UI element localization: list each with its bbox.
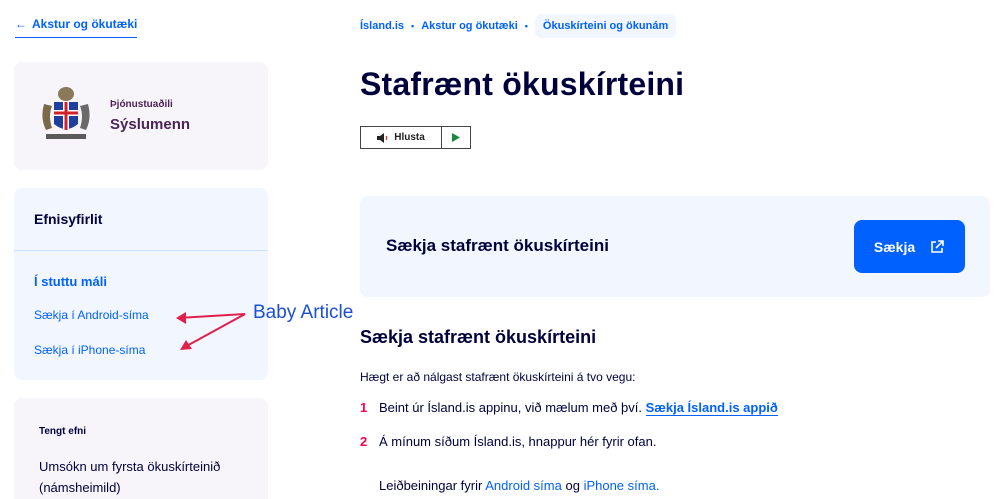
speaker-icon (377, 132, 388, 143)
step-text: Beint úr Ísland.is appinu, við mælum með… (379, 400, 643, 415)
iphone-guide-link[interactable]: iPhone síma. (584, 478, 660, 493)
guide-prefix: Leiðbeiningar fyrir (379, 478, 483, 493)
arrow-left-icon: ← (15, 17, 27, 31)
android-guide-link[interactable]: Android síma (485, 478, 562, 493)
app-download-link[interactable]: Sækja Ísland.is appið (645, 400, 778, 416)
step-number: 2 (360, 434, 368, 449)
section-title: Sækja stafrænt ökuskírteini (360, 327, 597, 347)
download-box: Sækja stafrænt ökuskírteini Sækja (360, 196, 990, 297)
intro-text: Hægt er að nálgast stafrænt ökuskírteini… (360, 370, 636, 384)
page-title: Stafrænt ökuskírteini (360, 66, 685, 102)
organization-card: Þjónustuaðili Sýslumenn (14, 62, 268, 170)
toc-item-android[interactable]: Sækja í Android-síma (34, 308, 149, 322)
listen-button[interactable]: Hlusta (360, 126, 471, 149)
list-item: 1 Beint úr Ísland.is appinu, við mælum m… (360, 400, 778, 416)
breadcrumb-item-island[interactable]: Ísland.is (360, 20, 404, 32)
breadcrumb-separator: • (524, 21, 528, 31)
toc-divider (14, 250, 268, 251)
related-content-card: Tengt efni Umsókn um fyrsta ökuskírteini… (14, 398, 268, 499)
related-link[interactable]: Umsókn um fyrsta ökuskírteinið (námsheim… (39, 456, 254, 498)
download-button-label: Sækja (873, 238, 916, 255)
breadcrumb-item-akstur[interactable]: Akstur og ökutæki (421, 20, 518, 32)
breadcrumb-item-current[interactable]: Ökuskírteini og ökunám (534, 14, 677, 38)
play-icon (452, 133, 460, 142)
download-button[interactable]: Sækja (854, 220, 965, 273)
back-link[interactable]: ← Akstur og ökutæki (15, 17, 138, 38)
download-title: Sækja stafrænt ökuskírteini (386, 236, 609, 255)
step-number: 1 (360, 400, 368, 415)
annotation-label: Baby Article (253, 302, 354, 323)
step-text: Á mínum síðum Ísland.is, hnappur hér fyr… (379, 434, 657, 449)
toc-title: Efnisyfirlit (34, 211, 103, 227)
list-item: 2 Á mínum síðum Ísland.is, hnappur hér f… (360, 434, 656, 449)
listen-main[interactable]: Hlusta (361, 127, 442, 148)
listen-label: Hlusta (394, 132, 425, 143)
back-link-label: Akstur og ökutæki (32, 17, 138, 31)
toc-item-summary[interactable]: Í stuttu máli (34, 274, 107, 289)
coat-of-arms-icon (42, 87, 90, 139)
related-title: Tengt efni (39, 426, 87, 437)
play-button[interactable] (442, 127, 470, 148)
toc-item-iphone[interactable]: Sækja í iPhone-síma (34, 343, 145, 357)
breadcrumb: Ísland.is • Akstur og ökutæki • Ökuskírt… (360, 14, 677, 38)
guide-text: Leiðbeiningar fyrir Android síma og iPho… (379, 478, 659, 493)
external-link-icon (931, 239, 944, 253)
table-of-contents: Efnisyfirlit Í stuttu máli Sækja í Andro… (14, 188, 268, 380)
org-label: Þjónustuaðili (110, 99, 173, 110)
guide-joiner: og (565, 478, 580, 493)
org-name[interactable]: Sýslumenn (110, 116, 190, 133)
breadcrumb-separator: • (411, 21, 415, 31)
